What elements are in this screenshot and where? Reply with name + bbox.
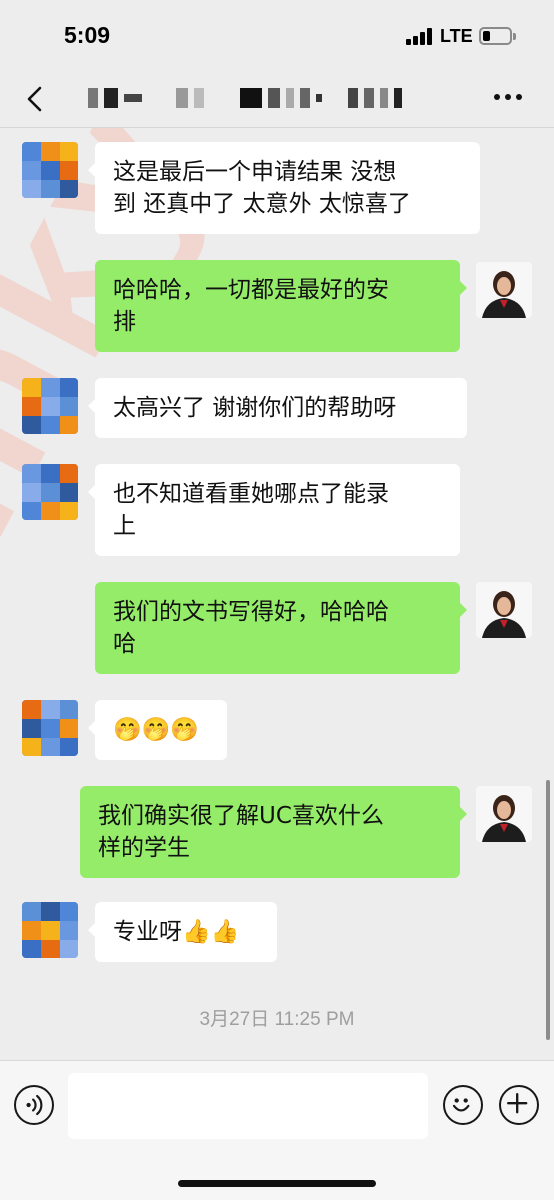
contact-avatar[interactable] [22,902,78,958]
plus-icon[interactable] [499,1085,539,1125]
my-avatar[interactable] [476,786,532,842]
signal-icon [406,28,432,45]
message-text: 样的学生 [98,835,190,861]
contact-avatar[interactable] [22,378,78,434]
voice-icon[interactable] [14,1085,54,1125]
message-timestamp: 3月27日 11:25 PM [199,1009,355,1030]
input-bar [0,1060,554,1200]
network-type: LTE [440,26,473,46]
received-message-bubble[interactable]: 这是最后一个申请结果 没想到 还真中了 太意外 太惊喜了 [88,142,480,234]
chat-title-redacted [88,88,402,108]
message-text: 排 [113,309,136,335]
chevron-left-icon[interactable] [22,84,52,114]
message-text: 我们的文书写得好，哈哈哈 [113,599,389,625]
message-text: 上 [113,513,136,539]
sent-message-bubble[interactable]: 哈哈哈，一切都是最好的安排 [95,260,467,352]
sent-message-bubble[interactable]: 我们确实很了解UC喜欢什么 样的学生 [80,786,467,878]
contact-avatar[interactable] [22,700,78,756]
my-avatar[interactable] [476,582,532,638]
message-text: 专业呀👍👍 [113,919,240,945]
contact-avatar[interactable] [22,464,78,520]
my-avatar[interactable] [476,262,532,318]
message-text: 太高兴了 谢谢你们的帮助呀 [113,395,397,421]
message-text: 哈哈哈，一切都是最好的安 [113,277,389,303]
chat-header [0,72,554,128]
contact-avatar[interactable] [22,142,78,198]
received-message-bubble[interactable]: 专业呀👍👍 [88,902,277,962]
received-message-bubble[interactable]: 太高兴了 谢谢你们的帮助呀 [88,378,467,438]
message-text: 也不知道看重她哪点了能录 [113,481,389,507]
more-dots-icon[interactable] [494,94,522,100]
message-text: 这是最后一个申请结果 没想 [113,159,397,185]
message-text: 哈 [113,631,136,657]
status-bar: 5:09 LTE [0,0,554,72]
status-time: 5:09 [64,22,111,48]
home-indicator [178,1180,376,1187]
scrollbar[interactable] [546,780,550,1040]
message-text: 我们确实很了解UC喜欢什么 [98,803,384,829]
received-message-bubble[interactable]: 🤭🤭🤭 [88,700,227,760]
emoji-icon[interactable] [443,1085,483,1125]
battery-icon [479,27,516,45]
message-text: 🤭🤭🤭 [113,717,199,743]
received-message-bubble[interactable]: 也不知道看重她哪点了能录上 [88,464,460,556]
message-text: 到 还真中了 太意外 太惊喜了 [113,191,411,217]
message-input[interactable] [68,1073,428,1139]
sent-message-bubble[interactable]: 我们的文书写得好，哈哈哈哈 [95,582,467,674]
